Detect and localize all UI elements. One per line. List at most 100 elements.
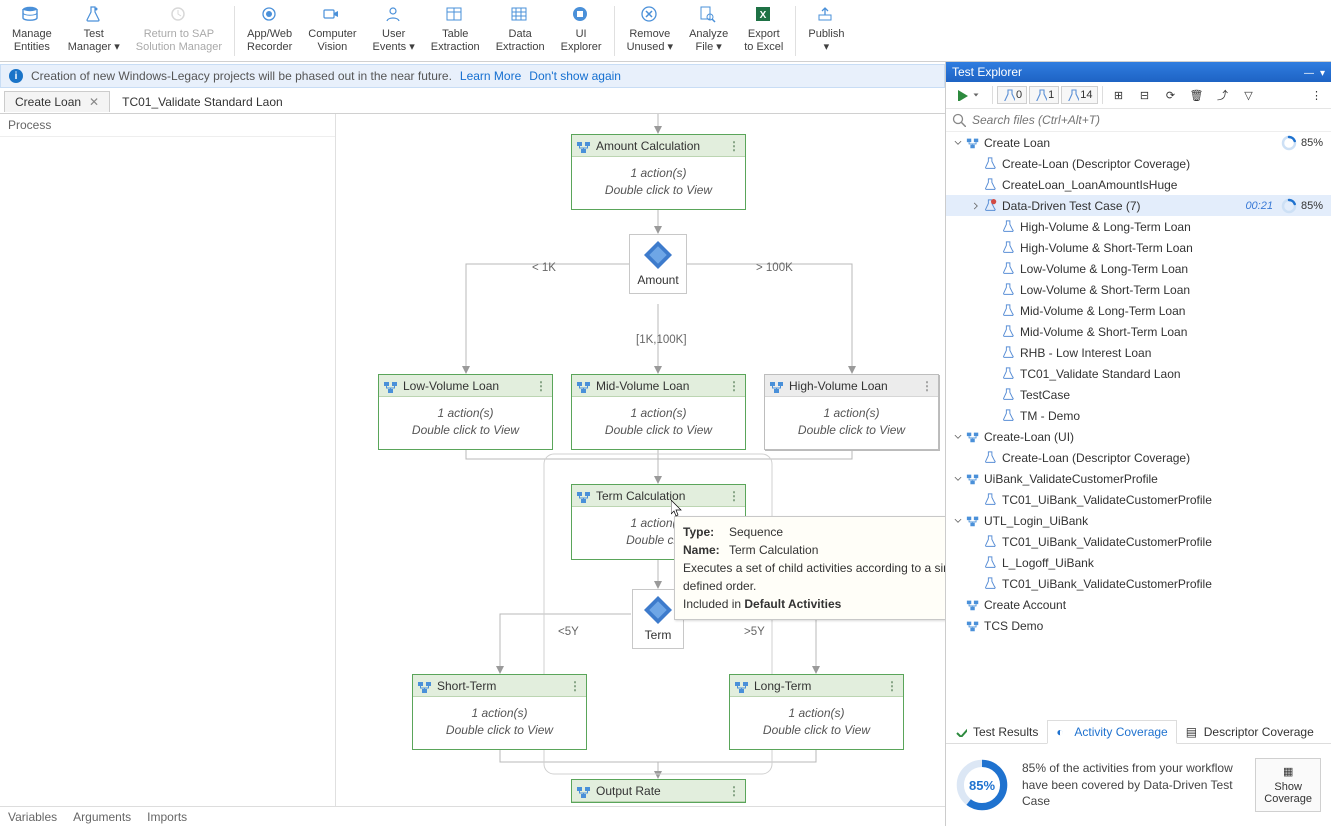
activity-high-volume-loan[interactable]: High-Volume Loan⋮ 1 action(s)Double clic… [764,374,939,450]
info-learn-more-link[interactable]: Learn More [460,69,521,83]
tree-item-label: High-Volume & Short-Term Loan [1020,241,1323,255]
pin-icon[interactable]: ▾ [1320,68,1325,79]
decision-amount[interactable]: Amount [629,234,687,294]
export-button[interactable]: ⤴ [1211,85,1235,105]
tree-item[interactable]: L_Logoff_UiBank [946,552,1331,573]
filter-failed[interactable]: 0 [997,86,1027,104]
search-row [946,109,1331,132]
tree-item[interactable]: Mid-Volume & Short-Term Loan [946,321,1331,342]
tree-item[interactable]: CreateLoan_LoanAmountIsHuge [946,174,1331,195]
filter-all[interactable]: 14 [1061,86,1097,104]
more-icon[interactable]: ⋮ [886,679,899,693]
tree-item[interactable]: Create Loan85% [946,132,1331,153]
tool-ui-explorer[interactable]: UIExplorer [553,2,610,55]
tool-manage-entities[interactable]: ManageEntities [4,2,60,55]
chevron-down-icon[interactable] [952,431,964,443]
tree-item[interactable]: Create Account [946,594,1331,615]
tool-app-web-recorder[interactable]: App/WebRecorder [239,2,300,55]
tree-item[interactable]: TestCase [946,384,1331,405]
activity-output-rate[interactable]: Output Rate⋮ [571,779,746,803]
tree-item[interactable]: Low-Volume & Short-Term Loan [946,279,1331,300]
delete-button[interactable]: 🗑 [1185,85,1209,105]
tree-item[interactable]: Create-Loan (UI) [946,426,1331,447]
sequence-icon [966,136,980,150]
tree-item[interactable]: Mid-Volume & Long-Term Loan [946,300,1331,321]
activity-amount-calculation[interactable]: Amount Calculation⋮ 1 action(s)Double cl… [571,134,746,210]
refresh-button[interactable]: ⟳ [1159,85,1183,105]
toolbar-separator [234,6,235,56]
filter-passed[interactable]: 1 [1029,86,1059,104]
panel-title-bar[interactable]: Test Explorer — ▾ [946,62,1331,82]
tree-item[interactable]: Data-Driven Test Case (7)00:2185% [946,195,1331,216]
more-icon[interactable]: ⋮ [921,379,934,393]
expand-button[interactable]: ⊞ [1107,85,1131,105]
chevron-down-icon[interactable] [952,515,964,527]
show-coverage-button[interactable]: ▦ ShowCoverage [1255,758,1321,812]
panel-menu[interactable]: ⋮ [1306,86,1327,105]
sequence-icon [576,379,590,393]
tool-user-events[interactable]: UserEvents ▾ [365,2,423,55]
chevron-down-icon[interactable] [952,137,964,149]
tree-item[interactable]: TC01_UiBank_ValidateCustomerProfile [946,573,1331,594]
tab-activity-coverage[interactable]: ◐Activity Coverage [1047,720,1176,744]
tool-data-extraction[interactable]: DataExtraction [488,2,553,55]
search-icon [952,113,966,127]
more-icon[interactable]: ⋮ [728,784,741,798]
tree-item[interactable]: Create-Loan (Descriptor Coverage) [946,153,1331,174]
bottom-tab-variables[interactable]: Variables [8,810,57,824]
workflow-canvas[interactable]: Amount Calculation⋮ 1 action(s)Double cl… [336,114,945,806]
sequence-icon [769,379,783,393]
close-icon[interactable]: ✕ [89,95,99,109]
document-tabs: Create Loan ✕ TC01_Validate Standard Lao… [0,90,945,114]
activity-long-term[interactable]: Long-Term⋮ 1 action(s)Double click to Vi… [729,674,904,750]
tool-publish[interactable]: Publish▾ [800,2,852,55]
tool-computer-vision[interactable]: ComputerVision [300,2,364,55]
minimize-icon[interactable]: — [1304,68,1314,79]
tool-table-extraction[interactable]: TableExtraction [423,2,488,55]
search-input[interactable] [972,113,1325,127]
tab-descriptor-coverage[interactable]: ▤Descriptor Coverage [1177,720,1323,744]
tool-analyze-file[interactable]: AnalyzeFile ▾ [681,2,736,55]
chevron-right-icon[interactable] [970,200,982,212]
activity-mid-volume-loan[interactable]: Mid-Volume Loan⋮ 1 action(s)Double click… [571,374,746,450]
tree-item[interactable]: Low-Volume & Long-Term Loan [946,258,1331,279]
tree-item[interactable]: TCS Demo [946,615,1331,636]
flask-icon [1002,367,1016,381]
more-icon[interactable]: ⋮ [728,489,741,503]
tree-item-label: Create-Loan (UI) [984,430,1323,444]
tree-item[interactable]: High-Volume & Long-Term Loan [946,216,1331,237]
bottom-tab-arguments[interactable]: Arguments [73,810,131,824]
tree-item[interactable]: RHB - Low Interest Loan [946,342,1331,363]
tab-test-results[interactable]: Test Results [946,720,1047,744]
sequence-icon [734,679,748,693]
tool-remove-unused[interactable]: RemoveUnused ▾ [619,2,682,55]
tree-item[interactable]: Create-Loan (Descriptor Coverage) [946,447,1331,468]
tree-item[interactable]: UiBank_ValidateCustomerProfile [946,468,1331,489]
filter-button[interactable]: ▽ [1237,85,1261,105]
tree-item[interactable]: TC01_UiBank_ValidateCustomerProfile [946,531,1331,552]
tree-item[interactable]: TC01_UiBank_ValidateCustomerProfile [946,489,1331,510]
tree-item[interactable]: High-Volume & Short-Term Loan [946,237,1331,258]
tool-test-manager[interactable]: TestManager ▾ [60,2,128,55]
run-button[interactable] [950,85,988,105]
tab-tc01-validate[interactable]: TC01_Validate Standard Laon [112,92,293,112]
bottom-tab-imports[interactable]: Imports [147,810,187,824]
info-dont-show-link[interactable]: Don't show again [529,69,621,83]
info-icon: i [9,69,23,83]
more-icon[interactable]: ⋮ [728,139,741,153]
tree-item[interactable]: TM - Demo [946,405,1331,426]
test-tree[interactable]: Create Loan85%Create-Loan (Descriptor Co… [946,132,1331,720]
panel-title: Test Explorer [952,65,1022,79]
tab-create-loan[interactable]: Create Loan ✕ [4,91,110,112]
activity-low-volume-loan[interactable]: Low-Volume Loan⋮ 1 action(s)Double click… [378,374,553,450]
more-icon[interactable]: ⋮ [535,379,548,393]
tool-export-excel[interactable]: Exportto Excel [736,2,791,55]
activity-short-term[interactable]: Short-Term⋮ 1 action(s)Double click to V… [412,674,587,750]
chevron-down-icon[interactable] [952,473,964,485]
tree-item[interactable]: UTL_Login_UiBank [946,510,1331,531]
more-icon[interactable]: ⋮ [728,379,741,393]
collapse-button[interactable]: ⊟ [1133,85,1157,105]
more-icon[interactable]: ⋮ [569,679,582,693]
sequence-icon [576,139,590,153]
tree-item[interactable]: TC01_Validate Standard Laon [946,363,1331,384]
